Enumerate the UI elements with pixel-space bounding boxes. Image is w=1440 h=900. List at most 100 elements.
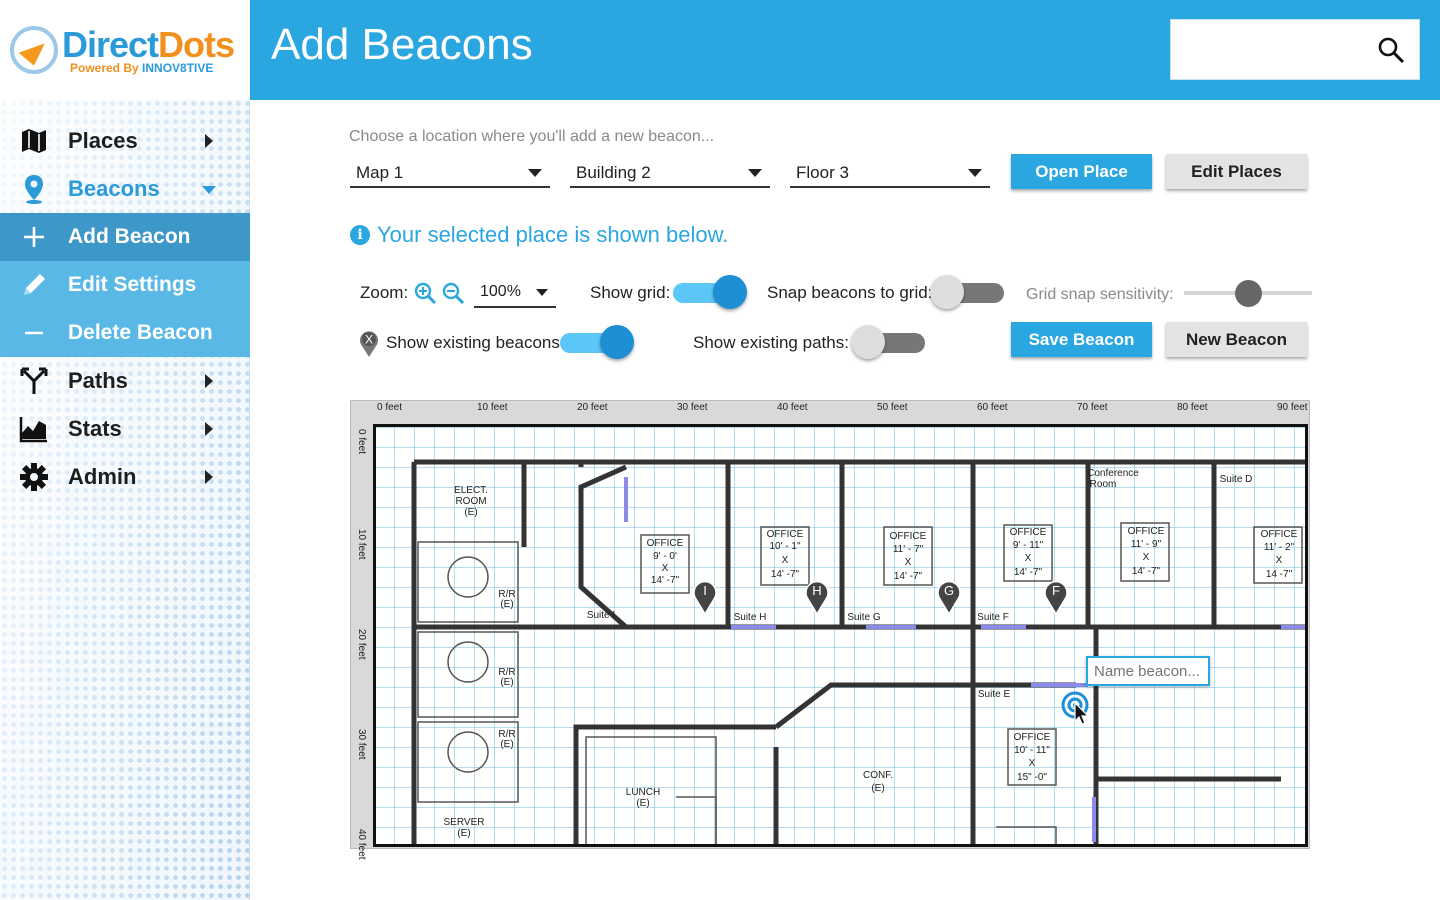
info-text: Your selected place is shown below. [377, 222, 729, 247]
map-select[interactable]: Map 1 [350, 158, 550, 188]
sidebar-subitem-edit-settings[interactable]: Edit Settings [0, 261, 250, 309]
y-ruler-label: 30 feet [356, 729, 367, 760]
sidebar-item-label: Paths [68, 368, 128, 393]
show-grid-label: Show grid: [590, 283, 671, 302]
snap-toggle[interactable] [930, 275, 1006, 309]
room-label: (E) [871, 783, 884, 794]
floor-map[interactable]: 0 feet 10 feet 20 feet 30 feet 40 feet 50 fee… [350, 400, 1310, 860]
x-ruler-label: 10 feet [477, 402, 508, 413]
minus-icon [0, 322, 68, 344]
room-label: OFFICE [647, 538, 684, 549]
chevron-right-icon [205, 134, 213, 148]
info-icon: i [350, 225, 370, 245]
search-icon[interactable] [1377, 36, 1405, 64]
zoom-out-icon[interactable] [442, 282, 464, 304]
sidebar-item-label: Stats [68, 416, 122, 441]
fork-icon [0, 367, 68, 395]
floor-select[interactable]: Floor 3 [790, 158, 990, 188]
floorplan-drawing: ELECT. ROOM (E) R/R (E) R/R (E) R/R (E) … [411, 459, 1305, 844]
beacon-pin-label: H [812, 583, 821, 598]
chevron-right-icon [205, 470, 213, 484]
room-label: (E) [500, 599, 513, 610]
name-beacon-input[interactable] [1088, 658, 1208, 684]
sidebar-item-paths[interactable]: Paths [0, 357, 250, 405]
sidebar-item-label: Admin [68, 464, 137, 489]
plus-icon [0, 226, 68, 248]
page-title: Add Beacons [271, 20, 533, 69]
room-label: CONF. [863, 770, 893, 781]
chevron-down-icon [202, 186, 216, 194]
existing-paths-toggle[interactable] [851, 325, 927, 359]
existing-beacons-toggle[interactable] [558, 325, 634, 359]
beacon-pin-g[interactable]: G [937, 579, 961, 615]
room-label: (E) [500, 677, 513, 688]
location-pin-icon [0, 174, 68, 204]
toggle-knob [851, 325, 885, 359]
room-label: Suite H [734, 612, 767, 623]
edit-places-button[interactable]: Edit Places [1166, 154, 1307, 189]
location-prompt: Choose a location where you'll add a new… [349, 128, 715, 145]
y-ruler-label: 0 feet [356, 429, 367, 455]
room-label: X [1143, 552, 1150, 563]
room-label: 15" -0" [1017, 772, 1047, 783]
chevron-right-icon [205, 422, 213, 436]
building-select[interactable]: Building 2 [570, 158, 770, 188]
beacon-pin-i[interactable]: I [693, 579, 717, 615]
slider-handle[interactable] [1234, 280, 1262, 307]
room-label: OFFICE [1261, 529, 1298, 540]
zoom-select[interactable]: 100% [474, 280, 556, 308]
header: Add Beacons [250, 0, 1440, 100]
room-label: OFFICE [1128, 526, 1165, 537]
logo: DirectDots Powered By INNOV8TIVE [0, 0, 250, 100]
search-box[interactable] [1170, 19, 1420, 80]
sidebar-item-stats[interactable]: Stats [0, 405, 250, 453]
room-label: (E) [500, 739, 513, 750]
room-label: X [662, 563, 669, 574]
x-ruler-label: 40 feet [777, 402, 808, 413]
sidebar-item-places[interactable]: Places [0, 117, 250, 165]
beacon-pin-f[interactable]: F [1044, 579, 1068, 615]
sidebar-subitem-label: Add Beacon [68, 225, 191, 248]
floor-select-value: Floor 3 [796, 163, 849, 182]
room-label: OFFICE [1014, 732, 1051, 743]
room-label: OFFICE [890, 531, 927, 542]
room-label: X [905, 557, 912, 568]
room-label: 14 -7" [1266, 569, 1293, 580]
show-grid-toggle[interactable] [671, 275, 747, 309]
room-label: Suite F [977, 612, 1009, 623]
sidebar-subitem-label: Edit Settings [68, 273, 197, 296]
sidebar-item-beacons[interactable]: Beacons [0, 165, 250, 213]
room-label: Room [1090, 479, 1117, 490]
sidebar-item-admin[interactable]: Admin [0, 453, 250, 501]
zoom-in-icon[interactable] [414, 282, 436, 304]
pencil-icon [0, 272, 68, 298]
beacon-pin-h[interactable]: H [805, 579, 829, 615]
new-beacon-button[interactable]: New Beacon [1166, 322, 1307, 357]
room-label: 14' -7" [651, 575, 680, 586]
room-label: 11' - 9" [1131, 539, 1162, 550]
sensitivity-slider[interactable] [1184, 280, 1312, 308]
beacon-marker-icon: X [360, 331, 378, 357]
open-place-button[interactable]: Open Place [1011, 154, 1152, 189]
room-label: 9' - 0' [653, 551, 677, 562]
room-label: Conference [1087, 468, 1139, 479]
room-label: X [782, 555, 789, 566]
mouse-cursor-icon [1074, 702, 1090, 725]
room-label: Suite D [1220, 474, 1253, 485]
sidebar-subitem-add-beacon[interactable]: Add Beacon [0, 213, 250, 261]
y-ruler-label: 40 feet [356, 829, 367, 860]
x-ruler-label: 60 feet [977, 402, 1008, 413]
search-input[interactable] [1181, 35, 1361, 65]
room-label: LUNCH [626, 787, 660, 798]
x-ruler-label: 70 feet [1077, 402, 1108, 413]
room-label: 10' - 1" [769, 541, 800, 552]
sidebar-subitem-delete-beacon[interactable]: Delete Beacon [0, 309, 250, 357]
x-ruler-label: 50 feet [877, 402, 908, 413]
y-ruler-label: 10 feet [356, 529, 367, 560]
room-label: 14' -7" [1132, 566, 1161, 577]
save-beacon-button[interactable]: Save Beacon [1011, 322, 1152, 357]
floorplan-canvas[interactable]: ELECT. ROOM (E) R/R (E) R/R (E) R/R (E) … [373, 424, 1308, 847]
chevron-right-icon [205, 374, 213, 388]
name-beacon-field[interactable] [1086, 656, 1210, 686]
x-ruler-label: 80 feet [1177, 402, 1208, 413]
